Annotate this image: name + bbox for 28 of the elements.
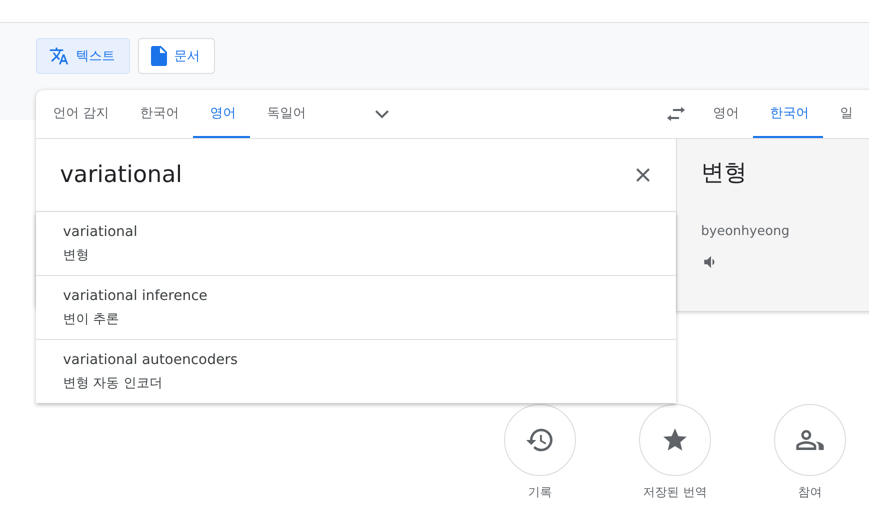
language-tab[interactable]: 일 — [823, 90, 867, 138]
suggestion-item[interactable]: variational 변형 — [36, 212, 676, 276]
suggestion-item[interactable]: variational autoencoders 변형 자동 인코더 — [36, 340, 676, 403]
close-icon[interactable] — [636, 168, 650, 182]
language-tab[interactable]: 영어 — [696, 90, 753, 138]
suggestion-item[interactable]: variational inference 변이 추론 — [36, 276, 676, 340]
source-text-field[interactable]: variational — [60, 162, 626, 188]
suggestion-text: variational inference — [63, 288, 208, 304]
suggestion-text: variational — [63, 224, 138, 240]
translation-text: 변형 — [701, 159, 747, 188]
romanization-text: byeonhyeong — [701, 224, 790, 239]
suggestion-translation: 변이 추론 — [63, 310, 120, 328]
action-label: 기록 — [528, 484, 552, 501]
mode-button[interactable]: 문서 — [138, 38, 215, 74]
suggestion-translation: 변형 — [63, 246, 90, 264]
suggestion-text: variational autoencoders — [63, 352, 239, 368]
suggestion-translation: 변형 자동 인코더 — [63, 374, 164, 392]
language-tab[interactable]: 언어 감지 — [36, 90, 124, 138]
language-tab[interactable]: 독일어 — [250, 90, 320, 138]
action-label: 참여 — [798, 484, 822, 501]
document-icon — [151, 46, 167, 66]
language-tab[interactable]: 한국어 — [123, 90, 194, 138]
language-tab[interactable]: 영어 — [193, 90, 250, 138]
swap-icon[interactable] — [667, 107, 685, 121]
mode-button[interactable]: 텍스트 — [36, 38, 130, 74]
translate-icon — [49, 46, 69, 66]
chevron-down-icon[interactable] — [375, 110, 390, 118]
action-label: 저장된 번역 — [643, 484, 707, 501]
